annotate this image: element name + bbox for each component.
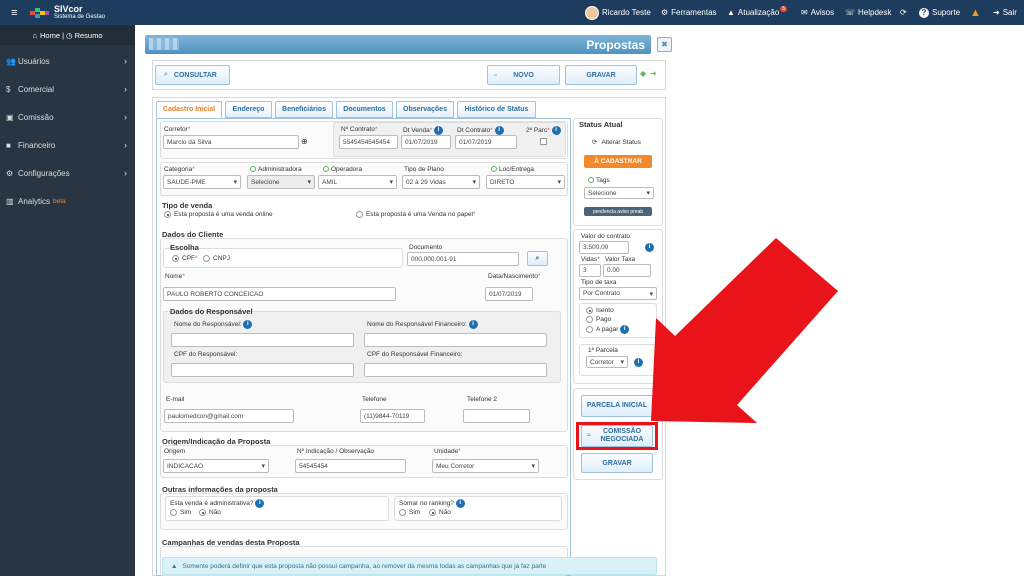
arrow-shape [651,238,838,423]
red-arrow-annotation [651,238,838,423]
